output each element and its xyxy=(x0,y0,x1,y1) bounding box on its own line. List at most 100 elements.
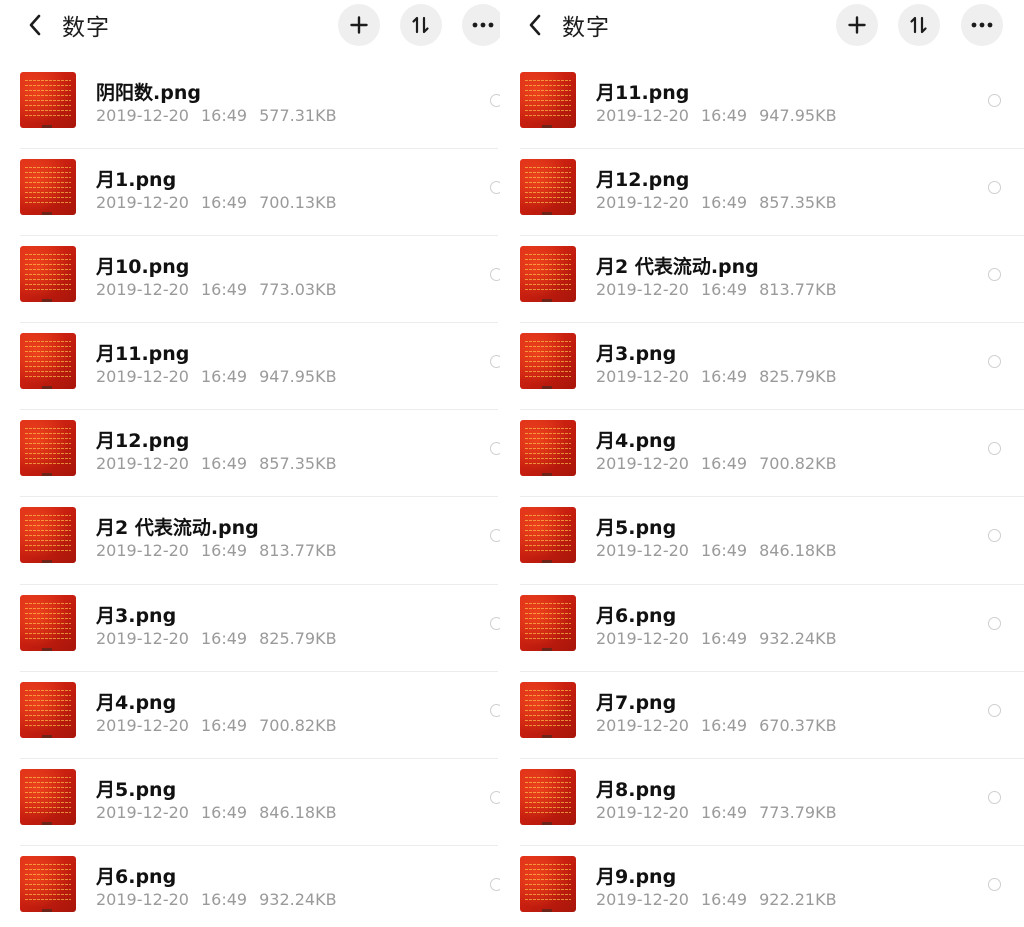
file-date: 2019-12-20 xyxy=(596,106,689,125)
file-name: 月3.png xyxy=(96,604,177,627)
file-meta: 2019-12-20 16:49 857.35KB xyxy=(596,193,837,212)
select-radio[interactable] xyxy=(490,703,500,717)
file-meta: 2019-12-20 16:49 773.79KB xyxy=(596,803,837,822)
select-radio[interactable] xyxy=(988,94,1001,107)
image-thumbnail xyxy=(20,681,76,738)
file-browser-pane-right: 数字 月11.png 2019-12-20 16:49 947.95KB 月12.pn… xyxy=(500,0,1024,927)
select-radio[interactable] xyxy=(490,442,500,456)
file-time: 16:49 xyxy=(700,280,748,300)
list-item[interactable]: 月8.png 2019-12-20 16:49 773.79KB xyxy=(500,759,1024,846)
file-size: 846.18KB xyxy=(759,541,837,561)
select-radio[interactable] xyxy=(490,616,500,630)
back-button[interactable] xyxy=(22,12,48,38)
file-meta: 2019-12-20 16:49 846.18KB xyxy=(96,803,337,822)
list-item[interactable]: 月10.png 2019-12-20 16:49 773.03KB xyxy=(0,236,500,324)
list-item[interactable]: 阴阳数.png 2019-12-20 16:49 577.31KB xyxy=(0,62,500,150)
file-name: 月8.png xyxy=(596,778,677,801)
list-item[interactable]: 月3.png 2019-12-20 16:49 825.79KB xyxy=(500,323,1024,411)
file-time: 16:49 xyxy=(200,802,248,822)
file-size: 932.24KB xyxy=(259,889,337,909)
file-size: 922.21KB xyxy=(759,889,837,909)
file-name: 月4.png xyxy=(96,691,177,714)
select-radio[interactable] xyxy=(988,790,1001,804)
sort-button[interactable] xyxy=(400,4,442,46)
file-meta: 2019-12-20 16:49 825.79KB xyxy=(596,367,837,386)
list-item[interactable]: 月12.png 2019-12-20 16:49 857.35KB xyxy=(500,149,1024,237)
chevron-left-icon xyxy=(529,14,541,36)
file-time: 16:49 xyxy=(700,715,748,735)
select-radio[interactable] xyxy=(988,703,1001,717)
select-radio[interactable] xyxy=(490,181,500,195)
file-date: 2019-12-20 xyxy=(96,193,189,213)
sort-button[interactable] xyxy=(898,4,940,46)
image-thumbnail xyxy=(20,768,76,825)
image-thumbnail xyxy=(520,507,576,564)
list-item[interactable]: 月7.png 2019-12-20 16:49 670.37KB xyxy=(500,672,1024,759)
list-item[interactable]: 月2 代表流动.png 2019-12-20 16:49 813.77KB xyxy=(0,497,500,585)
file-date: 2019-12-20 xyxy=(596,367,689,387)
image-thumbnail xyxy=(20,420,76,477)
file-name: 月10.png xyxy=(96,256,190,279)
select-radio[interactable] xyxy=(988,529,1001,543)
select-radio[interactable] xyxy=(988,442,1001,456)
list-item[interactable]: 月4.png 2019-12-20 16:49 700.82KB xyxy=(0,672,500,759)
file-name: 月1.png xyxy=(96,169,177,192)
file-size: 670.37KB xyxy=(759,715,837,735)
list-item[interactable]: 月5.png 2019-12-20 16:49 846.18KB xyxy=(500,497,1024,585)
file-date: 2019-12-20 xyxy=(96,628,189,648)
chevron-left-icon xyxy=(29,14,41,36)
file-meta: 2019-12-20 16:49 813.77KB xyxy=(596,280,837,299)
list-item[interactable]: 月5.png 2019-12-20 16:49 846.18KB xyxy=(0,759,500,846)
file-size: 825.79KB xyxy=(759,367,837,387)
file-date: 2019-12-20 xyxy=(96,367,189,387)
add-button[interactable] xyxy=(338,4,380,46)
image-thumbnail xyxy=(20,72,76,128)
file-meta: 2019-12-20 16:49 857.35KB xyxy=(96,454,337,473)
select-radio[interactable] xyxy=(490,94,500,107)
file-name: 月12.png xyxy=(596,169,690,192)
more-button[interactable] xyxy=(961,4,1003,46)
file-time: 16:49 xyxy=(200,889,248,909)
file-size: 773.03KB xyxy=(259,280,337,300)
file-date: 2019-12-20 xyxy=(596,280,689,300)
select-radio[interactable] xyxy=(988,181,1001,195)
list-item[interactable]: 月6.png 2019-12-20 16:49 932.24KB xyxy=(500,585,1024,672)
file-date: 2019-12-20 xyxy=(96,106,189,125)
more-button[interactable] xyxy=(462,4,500,46)
select-radio[interactable] xyxy=(988,877,1001,891)
list-item[interactable]: 月9.png 2019-12-20 16:49 922.21KB xyxy=(500,846,1024,927)
file-name: 月4.png xyxy=(596,430,677,453)
select-radio[interactable] xyxy=(988,355,1001,369)
select-radio[interactable] xyxy=(988,616,1001,630)
select-radio[interactable] xyxy=(490,529,500,543)
file-meta: 2019-12-20 16:49 947.95KB xyxy=(96,367,337,386)
file-meta: 2019-12-20 16:49 932.24KB xyxy=(596,629,837,648)
file-time: 16:49 xyxy=(700,541,748,561)
file-list: 月11.png 2019-12-20 16:49 947.95KB 月12.png 20… xyxy=(500,62,1024,927)
list-item[interactable]: 月1.png 2019-12-20 16:49 700.13KB xyxy=(0,149,500,237)
add-button[interactable] xyxy=(836,4,878,46)
list-item[interactable]: 月11.png 2019-12-20 16:49 947.95KB xyxy=(500,62,1024,150)
back-button[interactable] xyxy=(522,12,548,38)
select-radio[interactable] xyxy=(490,268,500,282)
select-radio[interactable] xyxy=(490,355,500,369)
list-item[interactable]: 月12.png 2019-12-20 16:49 857.35KB xyxy=(0,410,500,498)
list-item[interactable]: 月2 代表流动.png 2019-12-20 16:49 813.77KB xyxy=(500,236,1024,324)
image-thumbnail xyxy=(520,594,576,651)
list-item[interactable]: 月4.png 2019-12-20 16:49 700.82KB xyxy=(500,410,1024,498)
list-item[interactable]: 月3.png 2019-12-20 16:49 825.79KB xyxy=(0,585,500,672)
file-meta: 2019-12-20 16:49 813.77KB xyxy=(96,541,337,560)
image-thumbnail xyxy=(20,246,76,303)
list-item[interactable]: 月11.png 2019-12-20 16:49 947.95KB xyxy=(0,323,500,411)
select-radio[interactable] xyxy=(490,877,500,891)
file-meta: 2019-12-20 16:49 947.95KB xyxy=(596,106,837,125)
file-size: 846.18KB xyxy=(259,802,337,822)
select-radio[interactable] xyxy=(988,268,1001,282)
file-name: 月2 代表流动.png xyxy=(96,517,259,540)
file-name: 月9.png xyxy=(596,865,677,888)
select-radio[interactable] xyxy=(490,790,500,804)
file-time: 16:49 xyxy=(200,280,248,300)
file-size: 857.35KB xyxy=(759,193,837,213)
file-name: 月5.png xyxy=(96,778,177,801)
list-item[interactable]: 月6.png 2019-12-20 16:49 932.24KB xyxy=(0,846,500,927)
